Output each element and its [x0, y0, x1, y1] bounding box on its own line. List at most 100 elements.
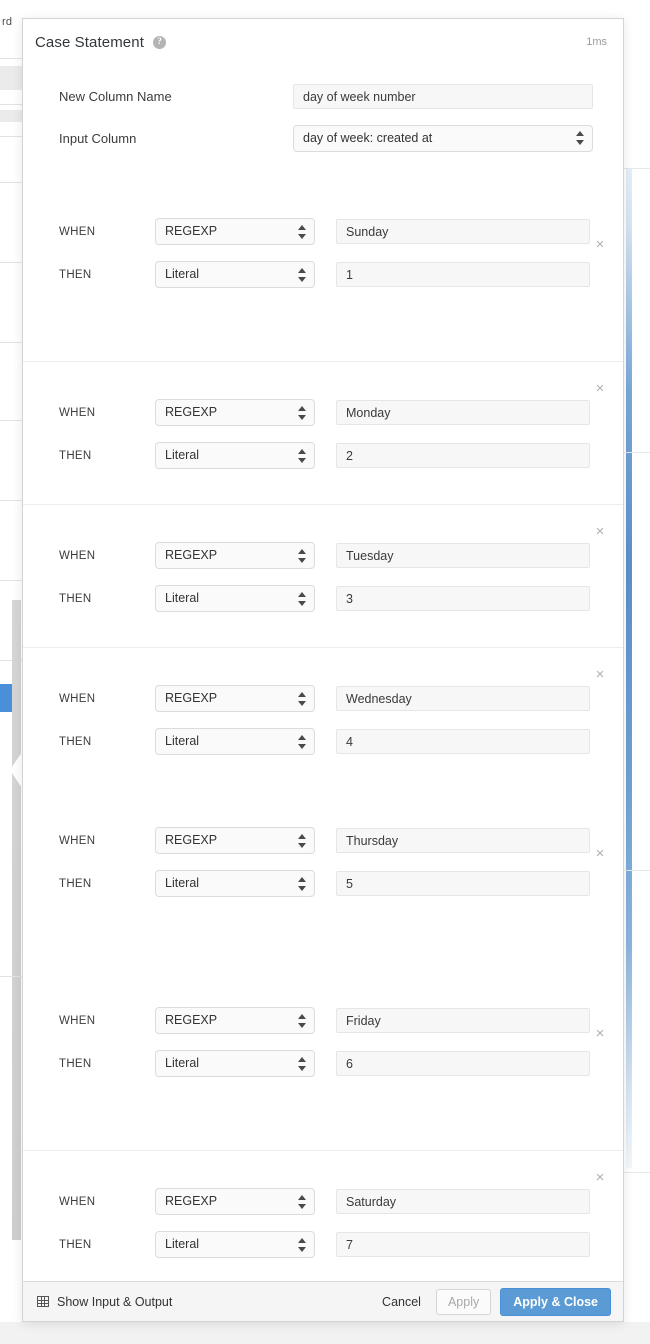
show-input-output-label: Show Input & Output — [57, 1294, 173, 1309]
background-rule — [0, 420, 22, 421]
close-icon[interactable]: × — [593, 1170, 607, 1185]
background-rule — [0, 342, 22, 343]
chevron-updown-icon — [297, 1056, 306, 1071]
when-value-input[interactable]: Monday — [336, 400, 590, 425]
close-icon[interactable]: × — [593, 846, 607, 861]
chevron-updown-icon — [297, 224, 306, 239]
chevron-updown-icon — [297, 267, 306, 282]
cancel-button[interactable]: Cancel — [376, 1295, 427, 1309]
when-row: WHEN REGEXP Thursday — [23, 827, 607, 854]
show-input-output-toggle[interactable]: Show Input & Output — [37, 1295, 172, 1309]
when-operator-select[interactable]: REGEXP — [155, 218, 315, 245]
close-icon[interactable]: × — [593, 667, 607, 682]
when-value-input[interactable]: Friday — [336, 1008, 590, 1033]
background-rule — [0, 104, 22, 105]
background-rule — [0, 500, 22, 501]
condition-block: × WHEN REGEXP Friday THEN Literal 6 — [23, 1007, 623, 1150]
then-operator-value: Literal — [165, 448, 200, 462]
close-icon[interactable]: × — [593, 524, 607, 539]
when-keyword-label: WHEN — [59, 406, 96, 419]
chevron-updown-icon — [575, 131, 584, 145]
condition-block: × WHEN REGEXP Thursday THEN Literal 5 — [23, 827, 623, 970]
background-rule — [0, 976, 22, 977]
then-operator-select[interactable]: Literal — [155, 1050, 315, 1077]
then-operator-select[interactable]: Literal — [155, 442, 315, 469]
when-row: WHEN REGEXP Sunday — [23, 218, 607, 245]
then-row: THEN Literal 2 — [23, 442, 607, 469]
field-row-new-column-name: New Column Name day of week number — [23, 79, 623, 113]
background-rule — [624, 168, 650, 169]
when-operator-select[interactable]: REGEXP — [155, 685, 315, 712]
when-value-input[interactable]: Wednesday — [336, 686, 590, 711]
background-text-fragment: rd — [2, 16, 13, 28]
execution-time-label: 1ms — [586, 36, 607, 48]
then-row: THEN Literal 7 — [23, 1231, 607, 1258]
background-chart-strip — [626, 168, 632, 1168]
then-keyword-label: THEN — [59, 1238, 92, 1251]
then-operator-select[interactable]: Literal — [155, 585, 315, 612]
modal-body: New Column Name day of week number Input… — [23, 65, 623, 1281]
when-operator-select[interactable]: REGEXP — [155, 827, 315, 854]
when-row: WHEN REGEXP Wednesday — [23, 685, 607, 712]
apply-and-close-button[interactable]: Apply & Close — [500, 1287, 611, 1316]
chevron-updown-icon — [297, 1194, 306, 1209]
when-value-input[interactable]: Thursday — [336, 828, 590, 853]
condition-block: × WHEN REGEXP Monday THEN Literal 2 — [23, 361, 623, 504]
when-operator-value: REGEXP — [165, 405, 218, 419]
then-operator-value: Literal — [165, 1056, 200, 1070]
when-row: WHEN REGEXP Friday — [23, 1007, 607, 1034]
then-operator-value: Literal — [165, 734, 200, 748]
then-value-input[interactable]: 4 — [336, 729, 590, 754]
then-row: THEN Literal 3 — [23, 585, 607, 612]
chevron-updown-icon — [297, 691, 306, 706]
when-keyword-label: WHEN — [59, 549, 96, 562]
table-grid-icon — [37, 1296, 49, 1307]
when-row: WHEN REGEXP Monday — [23, 399, 607, 426]
help-circle-icon[interactable]: ? — [152, 35, 166, 49]
close-icon[interactable]: × — [593, 1026, 607, 1041]
when-keyword-label: WHEN — [59, 1195, 96, 1208]
background-scrollbar-peek[interactable] — [12, 600, 21, 1240]
close-icon[interactable]: × — [593, 381, 607, 396]
then-row: THEN Literal 4 — [23, 728, 607, 755]
input-column-select-value: day of week: created at — [303, 130, 433, 145]
background-rule — [0, 58, 22, 59]
when-operator-select[interactable]: REGEXP — [155, 1188, 315, 1215]
then-value-input[interactable]: 2 — [336, 443, 590, 468]
chevron-updown-icon — [297, 448, 306, 463]
input-column-select[interactable]: day of week: created at — [293, 124, 593, 152]
background-rule — [0, 262, 22, 263]
then-value-input[interactable]: 1 — [336, 262, 590, 287]
then-operator-select[interactable]: Literal — [155, 1231, 315, 1258]
then-keyword-label: THEN — [59, 592, 92, 605]
when-operator-value: REGEXP — [165, 1194, 218, 1208]
then-operator-select[interactable]: Literal — [155, 261, 315, 288]
apply-button[interactable]: Apply — [435, 1288, 492, 1315]
when-value-input[interactable]: Tuesday — [336, 543, 590, 568]
then-value-input[interactable]: 5 — [336, 871, 590, 896]
page-title: Case Statement — [35, 33, 144, 51]
then-operator-select[interactable]: Literal — [155, 728, 315, 755]
modal-footer: Show Input & Output Cancel Apply Apply &… — [23, 1281, 623, 1321]
new-column-name-input[interactable]: day of week number — [293, 83, 593, 109]
then-value-input[interactable]: 6 — [336, 1051, 590, 1076]
close-icon[interactable]: × — [593, 237, 607, 252]
field-label: New Column Name — [59, 88, 172, 104]
when-operator-select[interactable]: REGEXP — [155, 1007, 315, 1034]
condition-block: × WHEN REGEXP Tuesday THEN Literal 3 — [23, 504, 623, 647]
when-value-input[interactable]: Sunday — [336, 219, 590, 244]
when-value-input[interactable]: Saturday — [336, 1189, 590, 1214]
background-rule — [0, 580, 22, 581]
page-bottom-gutter — [0, 1322, 650, 1344]
when-operator-select[interactable]: REGEXP — [155, 399, 315, 426]
chevron-updown-icon — [297, 1013, 306, 1028]
then-value-input[interactable]: 7 — [336, 1232, 590, 1257]
then-value-input[interactable]: 3 — [336, 586, 590, 611]
footer-actions: Cancel Apply Apply & Close — [376, 1287, 611, 1316]
when-operator-select[interactable]: REGEXP — [155, 542, 315, 569]
when-keyword-label: WHEN — [59, 834, 96, 847]
then-keyword-label: THEN — [59, 268, 92, 281]
chevron-updown-icon — [297, 876, 306, 891]
then-operator-select[interactable]: Literal — [155, 870, 315, 897]
chevron-updown-icon — [297, 548, 306, 563]
